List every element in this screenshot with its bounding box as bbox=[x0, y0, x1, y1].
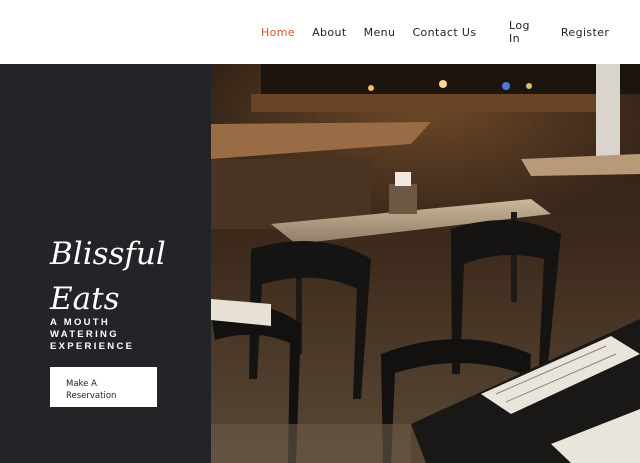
tagline-line1: A MOUTH bbox=[50, 317, 111, 328]
brand-title-line1: Blissful bbox=[50, 236, 166, 272]
brand-title-line2: Eats bbox=[50, 281, 120, 317]
login-link[interactable]: Log In bbox=[509, 19, 530, 45]
nav-contact-link[interactable]: Contact Us bbox=[412, 26, 476, 39]
cta-line1: Make A bbox=[66, 379, 97, 389]
nav-about-link[interactable]: About bbox=[312, 26, 347, 39]
main-nav: Home About Menu Contact Us bbox=[261, 0, 494, 64]
restaurant-interior-illustration bbox=[211, 64, 640, 463]
tagline: A MOUTH WATERING EXPERIENCE bbox=[50, 317, 160, 353]
register-link[interactable]: Register bbox=[561, 26, 610, 39]
restaurant-interior-photo bbox=[211, 64, 640, 463]
nav-menu-link[interactable]: Menu bbox=[364, 26, 396, 39]
brand-title: Blissful Eats bbox=[50, 232, 200, 322]
auth-nav: Log In Register bbox=[509, 0, 640, 64]
cta-line2: Reservation bbox=[66, 391, 117, 401]
site-header: Home About Menu Contact Us Log In Regist… bbox=[0, 0, 640, 64]
hero-panel: Blissful Eats A MOUTH WATERING EXPERIENC… bbox=[0, 64, 211, 463]
make-reservation-button[interactable]: Make A Reservation bbox=[50, 367, 157, 407]
tagline-line3: EXPERIENCE bbox=[50, 341, 135, 352]
nav-home-link[interactable]: Home bbox=[261, 26, 295, 39]
tagline-line2: WATERING bbox=[50, 329, 119, 340]
